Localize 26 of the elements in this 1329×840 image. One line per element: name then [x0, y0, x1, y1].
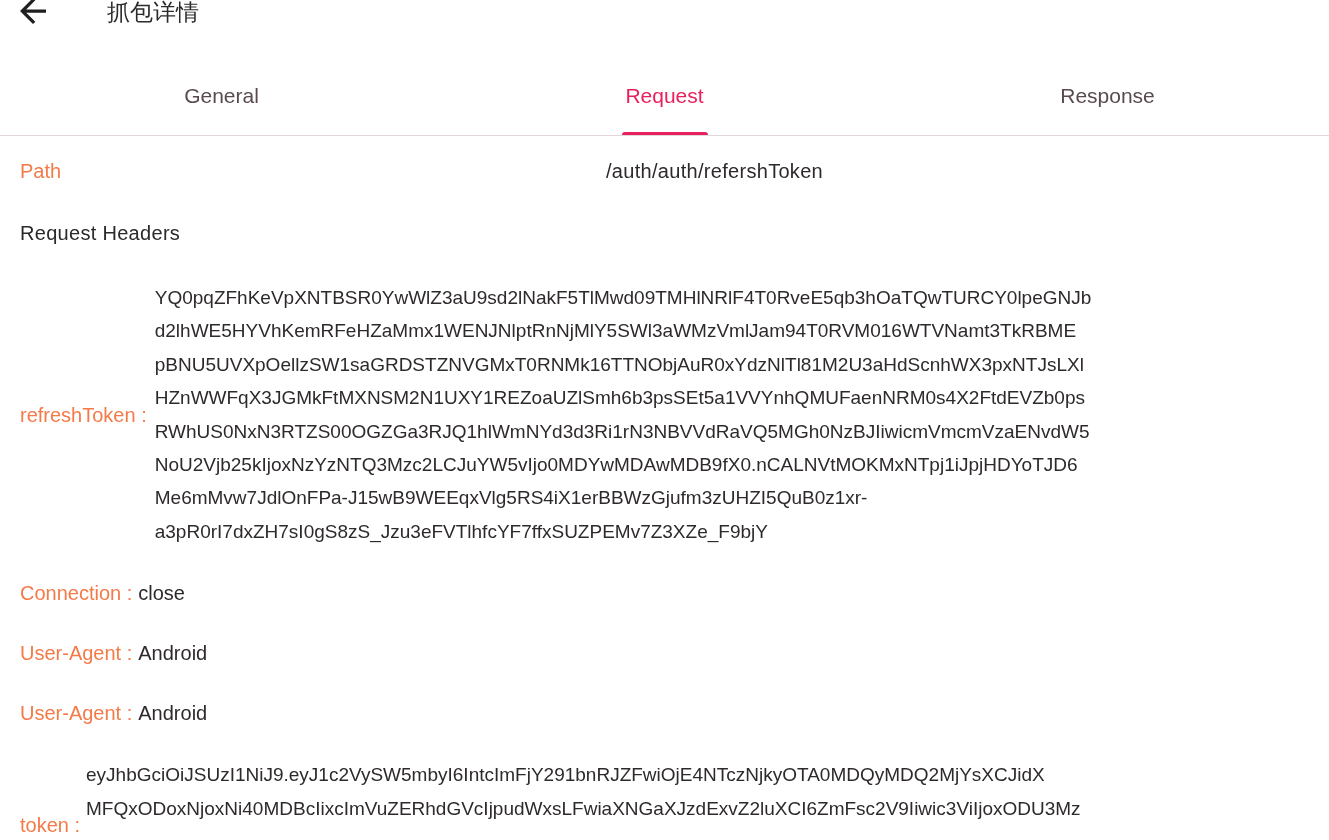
header-value: eyJhbGciOiJSUzI1NiJ9.eyJ1c2VySW5mbyI6IntcImFjY291bnRJZFwiOjE4NTczNjkyOTA0MDQyMDQ2MjYsXCJidX — [86, 763, 1045, 788]
tab[interactable]: Response — [886, 58, 1329, 135]
header-name: token : — [20, 813, 81, 839]
path-label: Path — [19, 160, 63, 183]
page-title: 抓包详情 — [107, 0, 199, 24]
header-value: Android — [138, 701, 208, 727]
back-arrow-icon[interactable] — [20, 0, 46, 24]
header-value: RWhUS0NxN3RTZS00OGZGa3RJQ1hlWmNYd3d3Ri1rN3NBVVdRaVQ5MGh0NzBJIiwicmVmcmVzaENvdW5 — [154, 419, 1090, 444]
header-value: Me6mMvw7JdlOnFPa-J15wB9WEEqxVlg5RS4iX1erBBWzGjufm3zUHZI5QuB0z1xr- — [154, 486, 868, 511]
header-value: pBNU5UVXpOellzSW1saGRDSTZNVGMxT0RNMk16TTNObjAuR0xYdzNlTl81M2U3aHdScnhWX3pxNTJsLXl — [154, 352, 1084, 377]
path-value: /auth/auth/refershToken — [604, 160, 824, 183]
header-name: refreshToken : — [20, 402, 147, 428]
tab[interactable]: General — [0, 58, 443, 135]
header-name: Connection : — [20, 581, 133, 607]
section-title: Request Headers — [19, 221, 182, 246]
header-value: YQ0pqZFhKeVpXNTBSR0YwWlZ3aU9sd2lNakF5TlMwd09TMHlNRlF4T0RveE5qb3hOaTQwTURCY0lpeGNJb — [154, 286, 1092, 310]
header-value: a3pR0rI7dxZH7sI0gS8zS_Jzu3eFVTlhfcYF7ffxSUZPEMv7Z3XZe_F9bjY — [154, 519, 768, 545]
header-value: Android — [138, 641, 208, 667]
header-name: User-Agent : — [20, 641, 133, 667]
header-value: NoU2Vjb25kIjoxNzYzNTQ3Mzc2LCJuYW5vIjo0MDYwMDAwMDB9fX0.nCALNVtMOKMxNTpj1iJpjHDYoTJD6 — [154, 453, 1078, 478]
header-value: HZnWWFqX3JGMkFtMXNSM2N1UXY1REZoaUZlSmh6b3psSEt5a1VVYnhQMUFaenNRM0s4X2FtdEVZb0ps — [154, 386, 1085, 411]
header-value: d2lhWE5HYVhKemRFeHZaMmx1WENJNlptRnNjMlY5SWl3aWMzVmlJam94T0RVM016WTVNamt3TkRBME — [154, 319, 1077, 344]
header-value: close — [138, 581, 185, 607]
tab[interactable]: Request — [443, 58, 886, 135]
header-name: User-Agent : — [20, 701, 133, 727]
header-value: MFQxODoxNjoxNi40MDBcIixcImVuZERhdGVcIjpudWxsLFwiaXNGaXJzdExvZ2luXCI6ZmFsc2V9Iiwic3ViIjoxODU3Mz — [86, 796, 1081, 821]
